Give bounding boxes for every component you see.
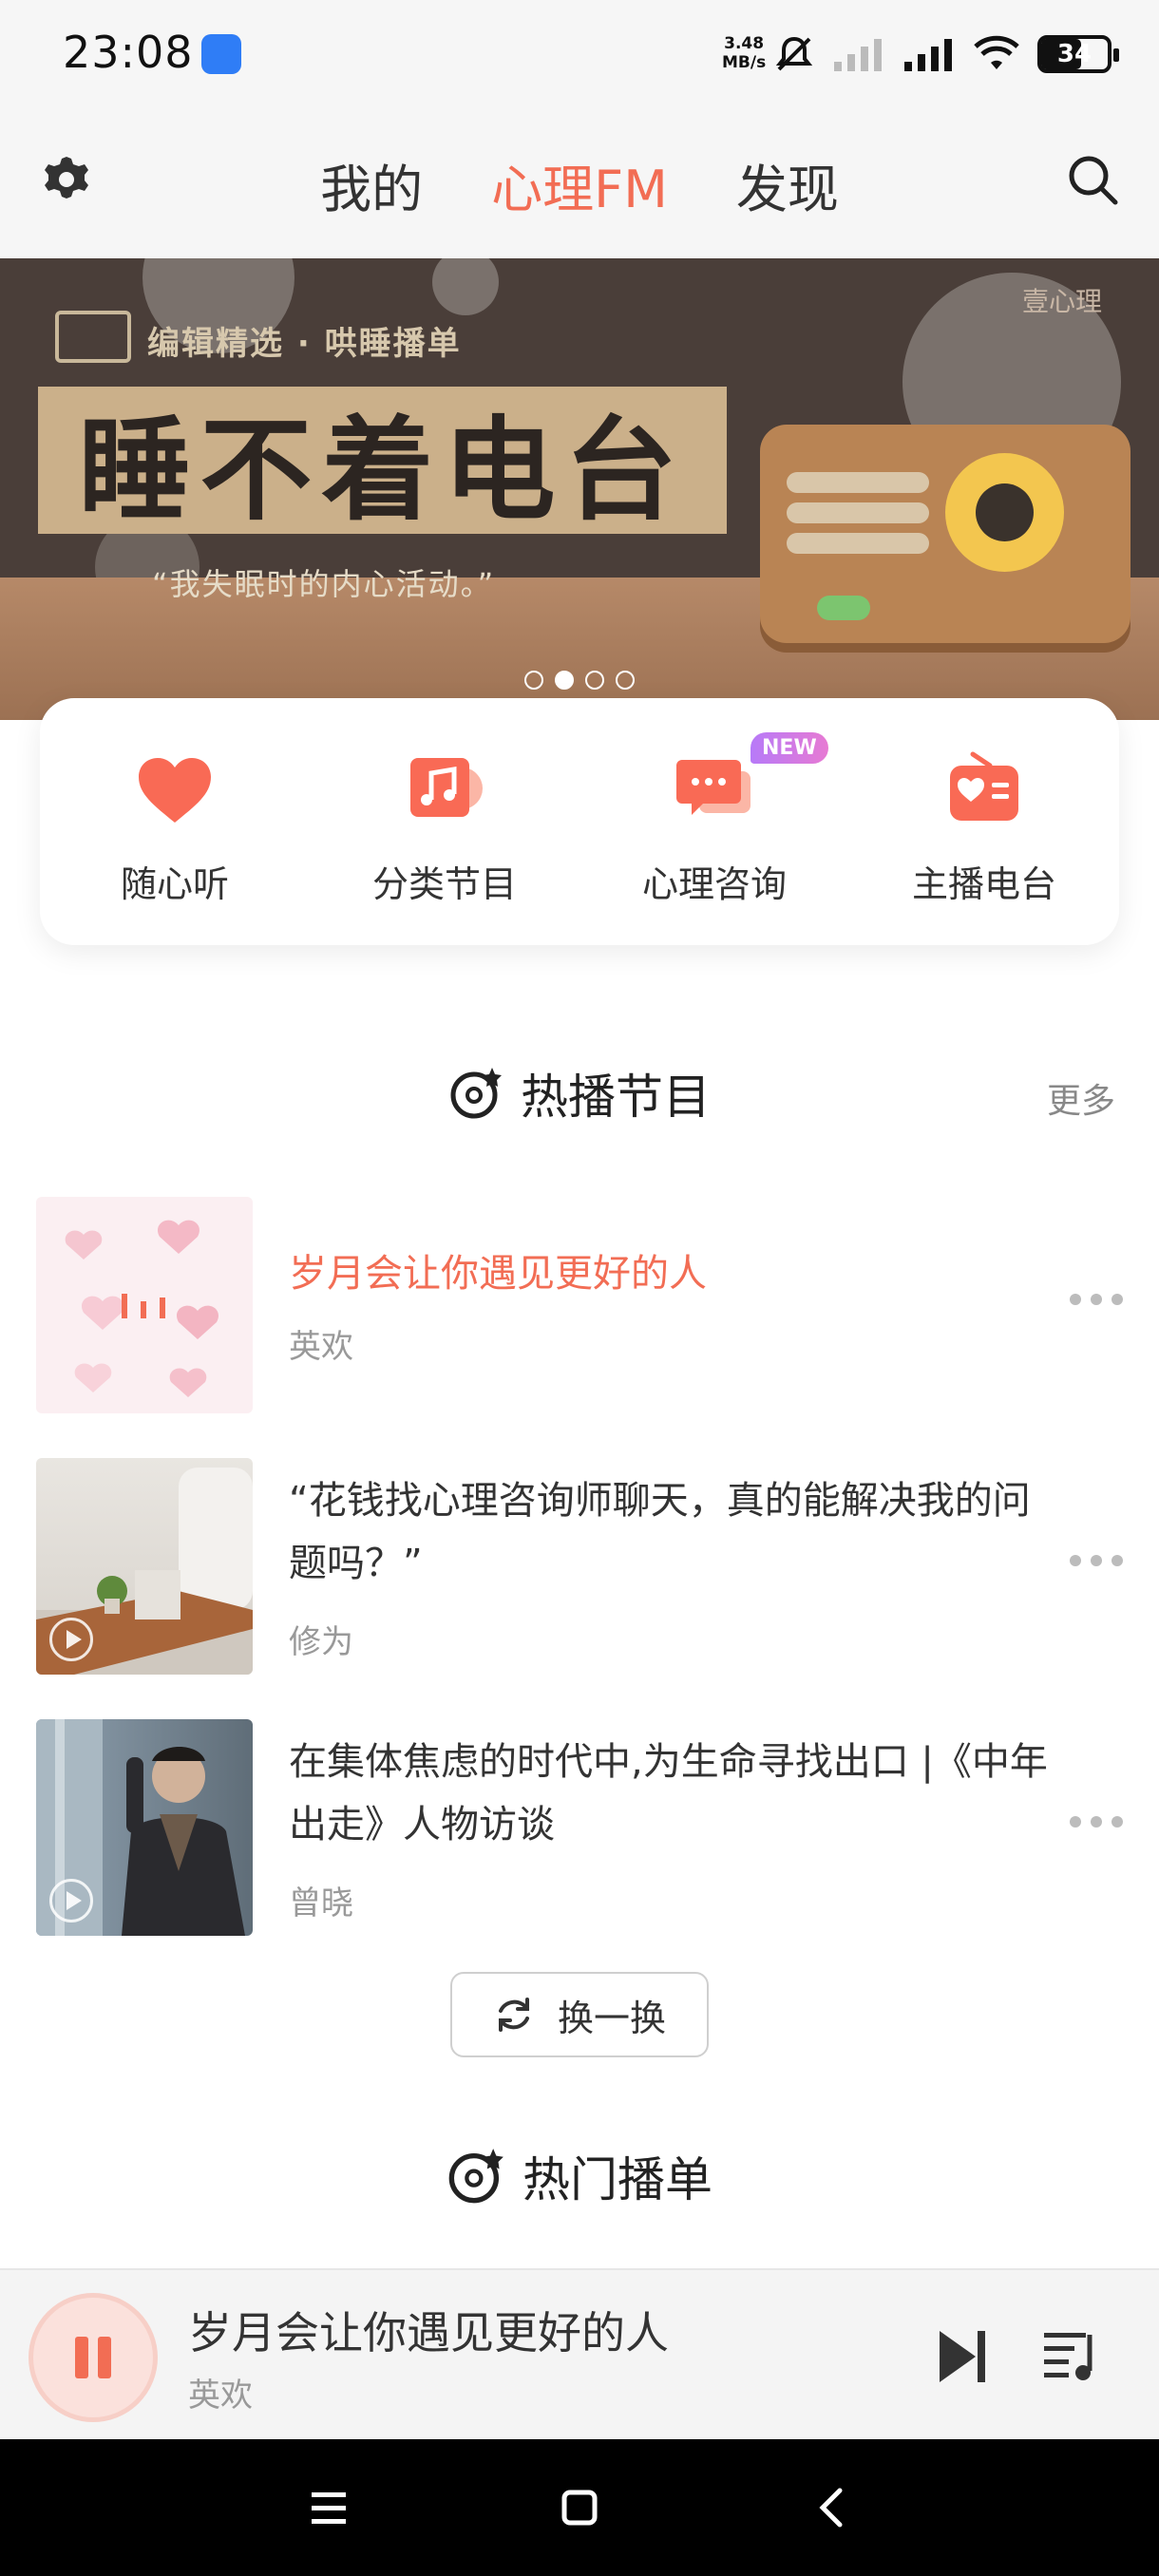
program-thumbnail [36, 1197, 253, 1413]
skip-next-icon[interactable] [936, 2327, 989, 2386]
vintage-radio-illustration [760, 425, 1130, 643]
section-title: 热门播单 [522, 2152, 712, 2207]
wifi-icon [974, 35, 1019, 69]
tab-mine[interactable]: 我的 [320, 147, 423, 222]
quick-nav-label: 分类节目 [371, 863, 517, 905]
refresh-button[interactable]: 换一换 [450, 1972, 709, 2057]
quick-nav-label: 主播电台 [911, 863, 1056, 905]
section-title: 热播节目 [521, 1070, 711, 1125]
refresh-label: 换一换 [557, 1997, 666, 2039]
disc-star-icon [448, 2149, 504, 2204]
radio-icon [950, 751, 1018, 821]
play-icon [49, 1618, 93, 1661]
program-title: “花钱找心理咨询师聊天，真的能解决我的问题吗？” [289, 1479, 1031, 1585]
mini-player[interactable]: 岁月会让你遇见更好的人 英欢 [0, 2268, 1159, 2439]
menu-icon[interactable] [302, 2481, 355, 2534]
disc-star-icon [450, 1068, 502, 1119]
top-header: 我的 心理FM 发现 [0, 109, 1159, 258]
program-item[interactable]: 在集体焦虑的时代中,为生命寻找出口 |《中年出走》人物访谈 曾晓 [36, 1719, 1123, 1936]
playlist-queue-icon[interactable] [1040, 2325, 1101, 2386]
banner-subtitle: 编辑精选 · 哄睡播单 [147, 325, 462, 363]
signal-icon [904, 39, 952, 71]
more-options-icon[interactable] [1070, 1288, 1123, 1311]
quick-nav-label: 随心听 [120, 863, 229, 905]
quick-nav-label: 心理咨询 [641, 863, 787, 905]
network-speed-unit: MB/s [722, 53, 767, 72]
pagination-dot-active[interactable] [555, 671, 574, 690]
new-badge: NEW [750, 732, 828, 764]
music-note-icon [410, 758, 483, 817]
program-title: 岁月会让你遇见更好的人 [289, 1252, 707, 1296]
status-time: 23:08 [63, 27, 194, 78]
tab-discover[interactable]: 发现 [736, 147, 839, 222]
refresh-icon [498, 1998, 529, 2032]
radio-outline-icon [55, 311, 131, 363]
app-screen: 23:08 3.48 MB/s 34 我的 心理FM 发现 编辑精选 · 哄睡播… [0, 0, 1159, 2576]
top-tabs: 我的 心理FM 发现 [0, 147, 1159, 222]
banner-title: 睡不着电台 [78, 405, 687, 536]
quick-nav-counseling[interactable]: NEW 心理咨询 [580, 698, 849, 945]
chat-bubbles-icon [676, 760, 750, 815]
signal-weak-icon [834, 39, 882, 71]
pause-button[interactable] [28, 2293, 158, 2422]
search-icon[interactable] [1064, 151, 1121, 208]
program-thumbnail [36, 1458, 253, 1675]
banner-brand: 壹心理 [1021, 286, 1102, 317]
quick-nav-card: 随心听 分类节目 NEW 心理咨询 主播电台 [40, 698, 1119, 945]
status-icons: 34 [773, 28, 1119, 80]
program-author: 英欢 [289, 1328, 353, 1366]
quick-nav-random-listen[interactable]: 随心听 [40, 698, 310, 945]
play-icon [49, 1879, 93, 1923]
more-options-icon[interactable] [1070, 1549, 1123, 1572]
player-title: 岁月会让你遇见更好的人 [188, 2307, 669, 2358]
program-thumbnail [36, 1719, 253, 1936]
battery-level: 34 [1056, 40, 1092, 68]
hot-programs-header: 热播节目 [0, 1059, 1159, 1127]
system-nav-bar [0, 2439, 1159, 2576]
hot-playlists-header: 热门播单 [0, 2142, 1159, 2210]
pagination-dot[interactable] [616, 671, 635, 690]
banner-pagination [0, 671, 1159, 690]
program-title: 在集体焦虑的时代中,为生命寻找出口 |《中年出走》人物访谈 [289, 1740, 1048, 1847]
more-options-icon[interactable] [1070, 1810, 1123, 1833]
battery-icon: 34 [1037, 35, 1119, 73]
banner-quote: “我失眠时的内心活动。” [152, 566, 496, 602]
network-speed: 3.48 MB/s [722, 34, 766, 72]
banner-title-box: 睡不着电台 [38, 387, 727, 536]
network-speed-value: 3.48 [724, 34, 765, 53]
tab-psych-fm[interactable]: 心理FM [491, 147, 668, 222]
player-author: 英欢 [188, 2377, 253, 2415]
program-author: 曾晓 [289, 1885, 353, 1923]
pagination-dot[interactable] [585, 671, 604, 690]
program-item[interactable]: 岁月会让你遇见更好的人 英欢 [36, 1197, 1123, 1413]
more-link[interactable]: 更多 [1047, 1073, 1115, 1123]
back-icon[interactable] [806, 2481, 859, 2534]
home-icon[interactable] [553, 2481, 606, 2534]
heart-icon [139, 758, 211, 823]
mute-bell-icon [775, 36, 813, 71]
program-author: 修为 [289, 1623, 353, 1661]
app-notification-icon [201, 34, 241, 74]
pagination-dot[interactable] [524, 671, 543, 690]
quick-nav-categories[interactable]: 分类节目 [310, 698, 580, 945]
program-item[interactable]: “花钱找心理咨询师聊天，真的能解决我的问题吗？” 修为 [36, 1458, 1123, 1675]
quick-nav-host-radio[interactable]: 主播电台 [849, 698, 1119, 945]
status-bar: 23:08 3.48 MB/s 34 [0, 0, 1159, 109]
promo-banner[interactable]: 编辑精选 · 哄睡播单 壹心理 睡不着电台 “我失眠时的内心活动。” [0, 258, 1159, 720]
